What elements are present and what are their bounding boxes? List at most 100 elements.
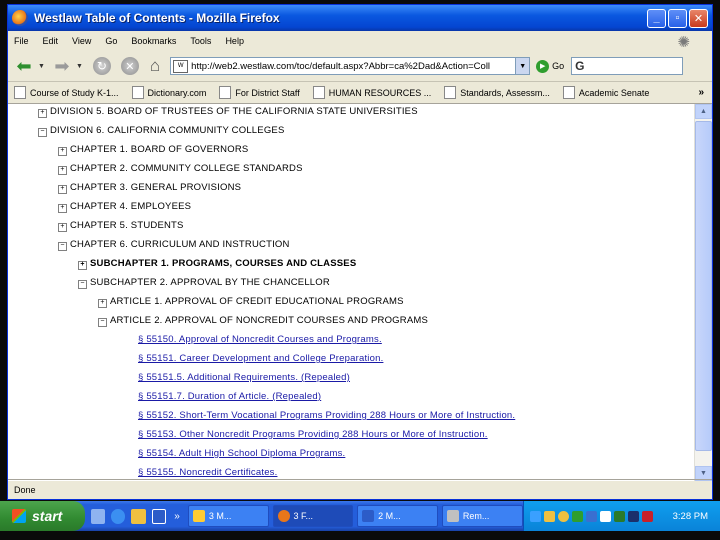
tray-antivirus-icon[interactable] xyxy=(641,510,653,522)
quicklaunch-overflow-chevron[interactable]: » xyxy=(174,511,180,522)
reload-icon[interactable]: ↻ xyxy=(92,57,111,75)
bookmark-human-resources[interactable]: HUMAN RESOURCES ... xyxy=(312,86,431,99)
tray-security-icon[interactable] xyxy=(571,510,583,522)
expand-toggle-icon[interactable]: + xyxy=(58,147,67,156)
expand-toggle-icon[interactable]: + xyxy=(58,166,67,175)
tray-sync-icon[interactable] xyxy=(585,510,597,522)
toc-node[interactable]: − ARTICLE 2. APPROVAL OF NONCREDIT COURSE… xyxy=(98,315,428,327)
title-bar[interactable]: Westlaw Table of Contents - Mozilla Fire… xyxy=(8,5,712,31)
bookmark-dictionary[interactable]: Dictionary.com xyxy=(131,86,206,99)
bookmarks-overflow-chevron[interactable]: » xyxy=(698,87,704,98)
expand-toggle-icon[interactable]: + xyxy=(78,261,87,270)
task-outlook[interactable]: 3 M... xyxy=(187,505,269,527)
toc-section-link[interactable]: § 55151. Career Development and College … xyxy=(138,353,383,364)
collapse-toggle-icon[interactable]: − xyxy=(98,318,107,327)
page-icon xyxy=(131,86,144,99)
toc-label: § 55151.5. Additional Requirements. (Rep… xyxy=(138,372,350,383)
toc-section-link[interactable]: § 55151.5. Additional Requirements. (Rep… xyxy=(138,372,350,383)
toc-node[interactable]: − SUBCHAPTER 2. APPROVAL BY THE CHANCELLO… xyxy=(78,277,330,289)
url-dropdown-icon[interactable]: ▼ xyxy=(515,58,530,74)
menu-bookmarks[interactable]: Bookmarks xyxy=(131,36,176,46)
toc-node[interactable]: + CHAPTER 4. EMPLOYEES xyxy=(58,201,191,213)
bookmark-academic-senate[interactable]: Academic Senate xyxy=(562,86,649,99)
menu-go[interactable]: Go xyxy=(105,36,117,46)
tray-clock-icon[interactable] xyxy=(557,510,569,522)
toc-node[interactable]: + SUBCHAPTER 1. PROGRAMS, COURSES AND CLA… xyxy=(78,258,356,270)
expand-toggle-icon[interactable]: + xyxy=(58,204,67,213)
tray-network-icon[interactable] xyxy=(529,510,541,522)
word-icon xyxy=(362,510,375,522)
task-firefox[interactable]: 3 F... xyxy=(272,505,354,527)
expand-toggle-icon[interactable]: + xyxy=(38,109,47,118)
stop-icon[interactable]: ✕ xyxy=(120,57,139,75)
home-icon[interactable]: ⌂ xyxy=(150,56,160,76)
expand-toggle-icon[interactable]: + xyxy=(58,185,67,194)
url-text[interactable]: http://web2.westlaw.com/toc/default.aspx… xyxy=(191,61,515,72)
quicklaunch-outlook-icon[interactable] xyxy=(131,508,146,524)
page-icon xyxy=(14,86,26,99)
tray-terminal-icon[interactable] xyxy=(613,510,625,522)
toc-section-link[interactable]: § 55152. Short-Term Vocational Programs … xyxy=(138,410,515,421)
scroll-thumb[interactable] xyxy=(695,121,712,451)
back-dropdown-icon[interactable]: ▼ xyxy=(38,63,45,70)
toc-label: SUBCHAPTER 1. PROGRAMS, COURSES AND CLAS… xyxy=(90,258,357,269)
toc-node[interactable]: + CHAPTER 3. GENERAL PROVISIONS xyxy=(58,182,241,194)
menu-edit[interactable]: Edit xyxy=(43,36,59,46)
tray-app-icon[interactable] xyxy=(599,510,611,522)
quicklaunch-ie-icon[interactable] xyxy=(111,508,126,524)
toc-section-link[interactable]: § 55150. Approval of Noncredit Courses a… xyxy=(138,334,382,345)
toc-label: SUBCHAPTER 2. APPROVAL BY THE CHANCELLOR xyxy=(90,277,330,288)
search-box[interactable]: G xyxy=(571,57,684,75)
toc-section-link[interactable]: § 55155. Noncredit Certificates. xyxy=(138,467,277,478)
bookmark-course-of-study[interactable]: Course of Study K-1... xyxy=(14,86,119,99)
task-reminder[interactable]: Rem... xyxy=(441,505,523,527)
expand-toggle-icon[interactable]: + xyxy=(58,223,67,232)
quicklaunch-desktop-icon[interactable] xyxy=(90,508,106,524)
forward-dropdown-icon[interactable]: ▼ xyxy=(76,63,83,70)
toc-node[interactable]: + ARTICLE 1. APPROVAL OF CREDIT EDUCATION… xyxy=(98,296,404,308)
toc-label: DIVISION 5. BOARD OF TRUSTEES OF THE CAL… xyxy=(50,106,418,117)
menu-help[interactable]: Help xyxy=(225,36,244,46)
expand-toggle-icon[interactable]: + xyxy=(98,299,107,308)
toc-node[interactable]: + CHAPTER 2. COMMUNITY COLLEGE STANDARDS xyxy=(58,163,303,175)
firefox-icon xyxy=(277,510,290,522)
start-button[interactable]: start xyxy=(0,501,85,531)
go-button-label[interactable]: Go xyxy=(552,61,564,71)
toc-section-link[interactable]: § 55154. Adult High School Diploma Progr… xyxy=(138,448,345,459)
toc-section-link[interactable]: § 55153. Other Noncredit Programs Provid… xyxy=(138,429,488,440)
forward-arrow-icon[interactable]: ➡ xyxy=(50,54,74,78)
toc-node[interactable]: − CHAPTER 6. CURRICULUM AND INSTRUCTION xyxy=(58,239,290,251)
minimize-button[interactable]: _ xyxy=(647,8,666,28)
windows-flag-icon xyxy=(12,509,26,523)
url-bar[interactable]: W http://web2.westlaw.com/toc/default.as… xyxy=(170,57,531,75)
toc-section-link[interactable]: § 55151.7. Duration of Article. (Repeale… xyxy=(138,391,321,402)
toc-label: CHAPTER 1. BOARD OF GOVERNORS xyxy=(70,144,249,155)
toc-node[interactable]: + CHAPTER 1. BOARD OF GOVERNORS xyxy=(58,144,248,156)
collapse-toggle-icon[interactable]: − xyxy=(78,280,87,289)
menu-tools[interactable]: Tools xyxy=(190,36,211,46)
menu-view[interactable]: View xyxy=(72,36,91,46)
collapse-toggle-icon[interactable]: − xyxy=(38,128,47,137)
toc-node[interactable]: − DIVISION 6. CALIFORNIA COMMUNITY COLLEG… xyxy=(38,125,285,137)
back-arrow-icon[interactable]: ⬅ xyxy=(12,54,36,78)
tray-display-icon[interactable] xyxy=(627,510,639,522)
collapse-toggle-icon[interactable]: − xyxy=(58,242,67,251)
toc-node[interactable]: + DIVISION 5. BOARD OF TRUSTEES OF THE CA… xyxy=(38,106,418,118)
toc-node[interactable]: + CHAPTER 5. STUDENTS xyxy=(58,220,184,232)
close-button[interactable]: ✕ xyxy=(689,8,708,28)
toc-label: CHAPTER 6. CURRICULUM AND INSTRUCTION xyxy=(70,239,290,250)
toc-label: § 55151.7. Duration of Article. (Repeale… xyxy=(138,391,322,402)
menu-file[interactable]: File xyxy=(14,36,29,46)
vertical-scrollbar[interactable]: ▲ ▼ xyxy=(694,104,712,481)
reminder-icon xyxy=(446,510,459,522)
go-arrow-icon[interactable]: ▶ xyxy=(536,59,550,73)
scroll-up-arrow-icon[interactable]: ▲ xyxy=(695,104,712,119)
quicklaunch-word-icon[interactable] xyxy=(151,508,167,524)
task-word[interactable]: 2 M... xyxy=(357,505,438,527)
bookmarks-toolbar: Course of Study K-1... Dictionary.com Fo… xyxy=(8,82,712,104)
maximize-button[interactable]: ▫ xyxy=(668,8,687,28)
bookmark-standards[interactable]: Standards, Assessm... xyxy=(444,86,550,99)
bookmark-district-staff[interactable]: For District Staff xyxy=(219,86,300,99)
status-text: Done xyxy=(14,485,36,495)
tray-outlook-icon[interactable] xyxy=(543,510,555,522)
